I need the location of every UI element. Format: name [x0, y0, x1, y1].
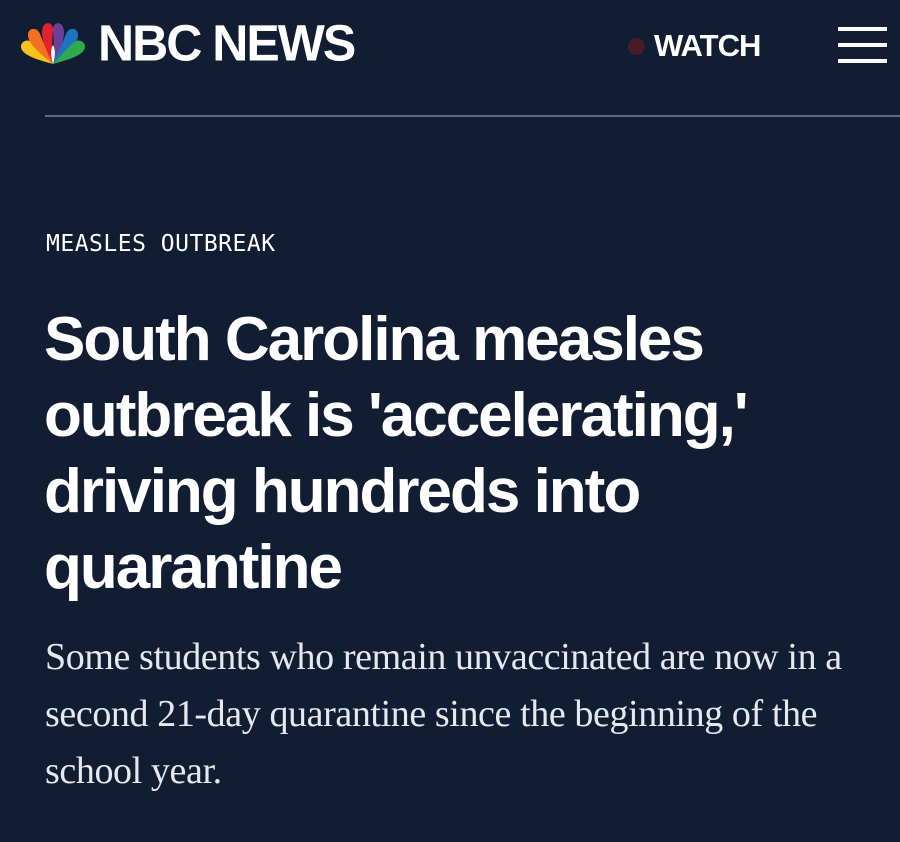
nbc-news-logo[interactable]: NBC NEWS — [20, 14, 356, 72]
menu-bar — [838, 59, 887, 63]
menu-bar — [838, 27, 887, 31]
live-dot-icon — [628, 37, 645, 55]
article-kicker[interactable]: MEASLES OUTBREAK — [46, 229, 276, 259]
watch-label: WATCH — [654, 28, 761, 63]
nbc-peacock-icon — [21, 23, 85, 64]
site-header: NBC NEWS WATCH — [0, 0, 900, 116]
watch-live-button[interactable]: WATCH — [628, 26, 761, 66]
article-dek: Some students who remain unvaccinated ar… — [45, 636, 842, 792]
header-divider — [45, 115, 900, 117]
article-headline: South Carolina measles outbreak is 'acce… — [44, 305, 749, 602]
menu-bar — [838, 43, 887, 47]
hamburger-menu-icon[interactable] — [838, 26, 890, 66]
logo-wordmark: NBC NEWS — [98, 14, 356, 72]
